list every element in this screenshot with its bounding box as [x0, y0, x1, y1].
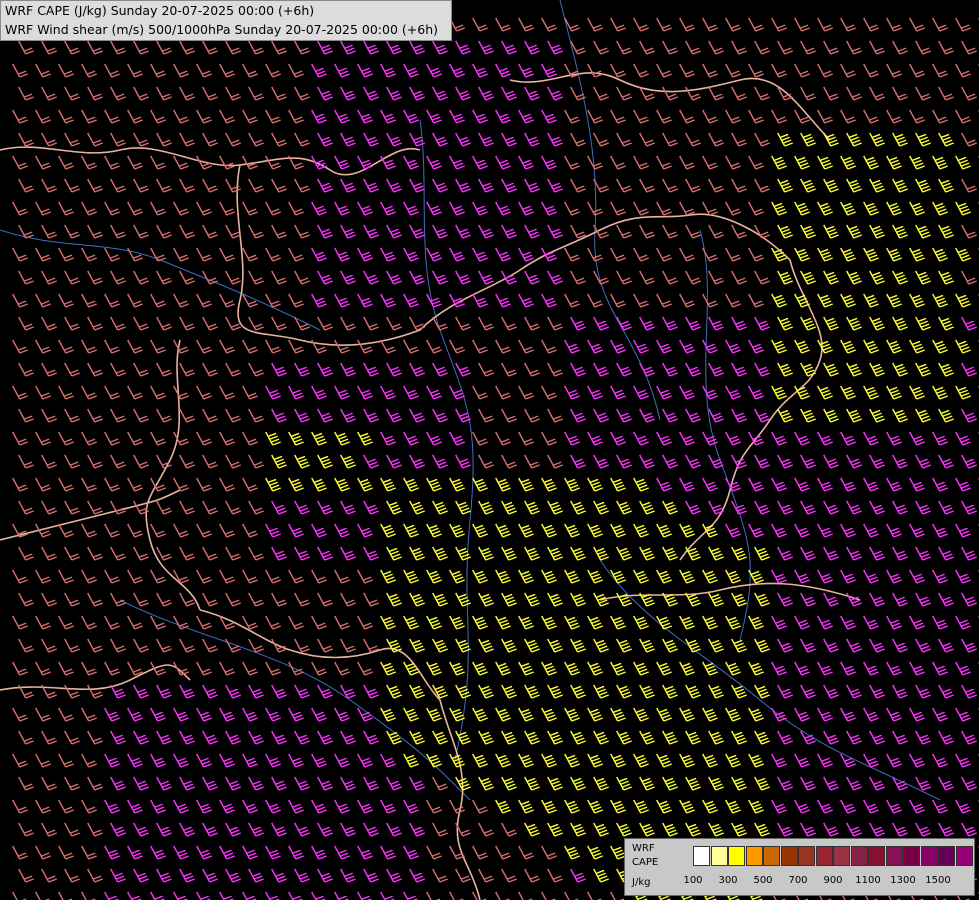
legend-tick: 1100: [855, 875, 881, 886]
legend-tick: 900: [823, 875, 843, 886]
legend-tick: 100: [683, 875, 703, 886]
cape-legend: WRF CAPE J/kg 100 300 500 700 900 1100 1300 150…: [624, 838, 975, 896]
legend-swatch: [728, 846, 745, 866]
legend-model-label: WRF: [632, 843, 655, 854]
legend-swatch: [850, 846, 868, 866]
legend-swatch: [885, 846, 903, 866]
legend-tick: 300: [718, 875, 738, 886]
legend-unit-label: J/kg: [632, 877, 651, 888]
legend-tick: 1300: [890, 875, 916, 886]
legend-tick: 500: [753, 875, 773, 886]
legend-tick: 700: [788, 875, 808, 886]
legend-swatch: [693, 846, 710, 866]
map-title-box: WRF CAPE (J/kg) Sunday 20-07-2025 00:00 …: [0, 0, 452, 41]
legend-swatch: [868, 846, 885, 866]
legend-field-label: CAPE: [632, 857, 659, 868]
legend-swatch: [920, 846, 938, 866]
legend-swatch: [798, 846, 815, 866]
legend-swatch: [745, 846, 763, 866]
legend-swatch: [938, 846, 955, 866]
legend-swatch: [780, 846, 798, 866]
shear-title: WRF Wind shear (m/s) 500/1000hPa Sunday …: [5, 21, 438, 37]
legend-swatch: [903, 846, 920, 866]
wind-shear-map: [0, 0, 979, 900]
legend-swatch: [955, 846, 973, 866]
legend-swatch: [763, 846, 780, 866]
legend-swatch: [815, 846, 833, 866]
legend-swatch: [833, 846, 850, 866]
legend-tick: 1500: [925, 875, 951, 886]
cape-title: WRF CAPE (J/kg) Sunday 20-07-2025 00:00 …: [5, 3, 315, 18]
legend-swatch: [710, 846, 728, 866]
